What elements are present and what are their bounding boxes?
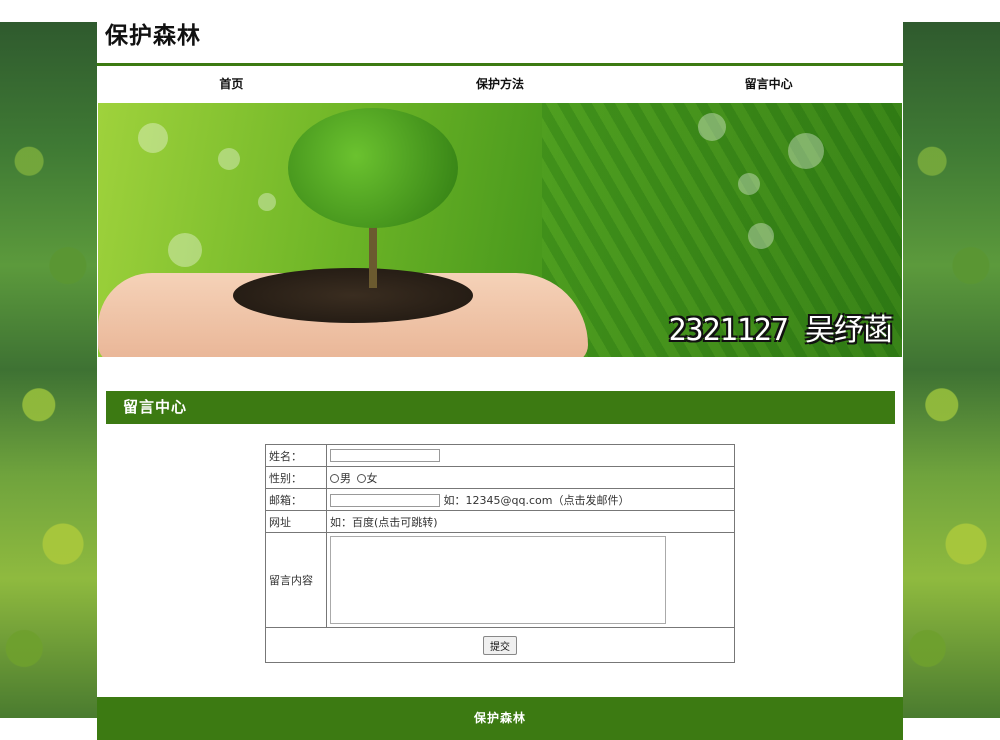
bokeh-light	[138, 123, 168, 153]
nav-item-protection-methods[interactable]: 保护方法	[366, 66, 635, 103]
bokeh-light	[258, 193, 276, 211]
email-cell: 如：12345@qq.com（点击发邮件）	[326, 488, 735, 511]
bokeh-light	[218, 148, 240, 170]
site-title: 保护森林	[105, 23, 201, 49]
bokeh-light	[168, 233, 202, 267]
gender-male-label: 男	[340, 471, 351, 485]
gender-cell: 男 女	[326, 466, 735, 489]
email-label: 邮箱：	[265, 488, 327, 511]
forest-background-right	[903, 22, 1000, 718]
nav-item-home[interactable]: 首页	[97, 66, 366, 103]
bokeh-light	[738, 173, 760, 195]
name-cell	[326, 444, 735, 467]
form-row-message: 留言内容	[265, 532, 735, 628]
website-label: 网址	[265, 510, 327, 533]
email-input[interactable]	[330, 494, 440, 507]
submit-button[interactable]: 提交	[483, 635, 517, 655]
hero-banner: 2321127 吴纾菡	[98, 103, 902, 357]
gender-label: 性别：	[265, 466, 327, 489]
message-cell	[326, 532, 735, 628]
forest-background-left	[0, 22, 97, 718]
section-title: 留言中心	[106, 391, 895, 424]
gender-male-radio[interactable]	[330, 474, 339, 483]
main-nav: 首页 保护方法 留言中心	[97, 63, 903, 103]
bokeh-light	[748, 223, 774, 249]
soil-image	[233, 268, 473, 323]
tree-icon	[288, 108, 458, 228]
website-hint-link[interactable]: 如：百度(点击可跳转)	[326, 510, 735, 533]
form-row-email: 邮箱： 如：12345@qq.com（点击发邮件）	[265, 488, 735, 511]
form-row-submit: 提交	[265, 627, 735, 663]
footer: 保护森林	[97, 697, 903, 740]
bokeh-light	[788, 133, 824, 169]
banner-caption: 2321127 吴纾菡	[668, 313, 893, 348]
bokeh-light	[698, 113, 726, 141]
nav-item-message-center[interactable]: 留言中心	[634, 66, 903, 103]
email-hint-link[interactable]: 如：12345@qq.com（点击发邮件）	[444, 494, 630, 507]
message-textarea[interactable]	[330, 536, 666, 624]
name-label: 姓名：	[265, 444, 327, 467]
gender-female-label: 女	[366, 471, 378, 485]
form-row-name: 姓名：	[265, 444, 735, 467]
submit-cell: 提交	[265, 627, 735, 663]
form-row-gender: 性别： 男 女	[265, 466, 735, 489]
page-container: 保护森林 首页 保护方法 留言中心 2321127 吴纾菡 留言中心 姓名： 性…	[97, 0, 903, 740]
gender-female-radio[interactable]	[356, 474, 366, 483]
form-row-website: 网址 如：百度(点击可跳转)	[265, 510, 735, 533]
message-form: 姓名： 性别： 男 女 邮箱： 如：12345@qq.com（点击发邮件） 网址…	[265, 444, 735, 663]
message-label: 留言内容	[265, 532, 327, 628]
name-input[interactable]	[330, 449, 440, 463]
